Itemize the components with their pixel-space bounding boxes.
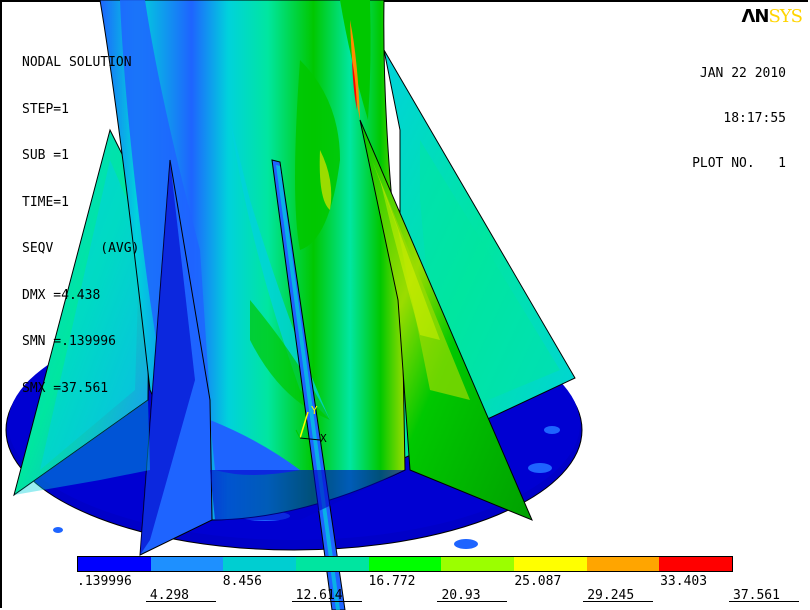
legend-label-lower: 37.561 [729, 588, 799, 603]
info-sub: SUB =1 [22, 148, 69, 163]
legend-swatch [586, 557, 660, 571]
info-smx: SMX =37.561 [22, 380, 109, 396]
legend-label-upper: 25.087 [514, 574, 562, 589]
legend-label-lower: 12.614 [291, 588, 362, 603]
legend-label-upper: 33.403 [660, 574, 708, 589]
info-dmx: DMX =4.438 [22, 287, 101, 303]
legend-swatch [441, 557, 515, 571]
info-title: NODAL SOLUTION [22, 55, 132, 70]
info-smn: SMN =.139996 [22, 334, 116, 349]
logo-sys: SYS [768, 6, 803, 27]
legend-swatch [296, 557, 369, 571]
legend-swatch [78, 557, 151, 571]
stamp-date: JAN 22 2010 [699, 66, 786, 81]
legend-swatch [659, 557, 733, 571]
legend-label-lower: 4.298 [145, 588, 217, 603]
ansys-logo: ΛNSYS [741, 6, 803, 27]
logo-an: ΛN [741, 6, 769, 27]
contour-legend-labels: .139996 8.456 16.772 25.087 33.403 4.298 12.61… [77, 572, 799, 608]
stamp-time: 18:17:55 [723, 111, 786, 126]
plot-stamp: JAN 22 2010 18:17:55 PLOT NO. 1 [692, 36, 786, 201]
legend-swatch [514, 557, 587, 571]
triad-x-label: X [320, 432, 327, 445]
graphics-viewport[interactable]: Y X NODAL SOLUTION STEP=1 SUB =1 TIME=1 … [0, 0, 810, 610]
info-time: TIME=1 [22, 194, 69, 210]
legend-label-upper: .139996 [77, 574, 132, 589]
legend-swatch [150, 557, 224, 571]
stamp-plot-no: PLOT NO. 1 [692, 156, 786, 171]
info-step: STEP=1 [22, 101, 69, 117]
legend-label-upper: 16.772 [368, 574, 416, 589]
contour-legend-bar [77, 556, 733, 572]
plot-info-block: NODAL SOLUTION STEP=1 SUB =1 TIME=1 SEQV… [22, 24, 139, 427]
triad-y-label: Y [311, 404, 318, 417]
legend-label-lower: 20.93 [437, 588, 508, 603]
legend-label-lower: 29.245 [583, 588, 654, 603]
legend-label-upper: 8.456 [222, 574, 262, 589]
legend-swatch [223, 557, 297, 571]
legend-swatch [368, 557, 442, 571]
info-result-type: SEQV (AVG) [22, 241, 140, 256]
